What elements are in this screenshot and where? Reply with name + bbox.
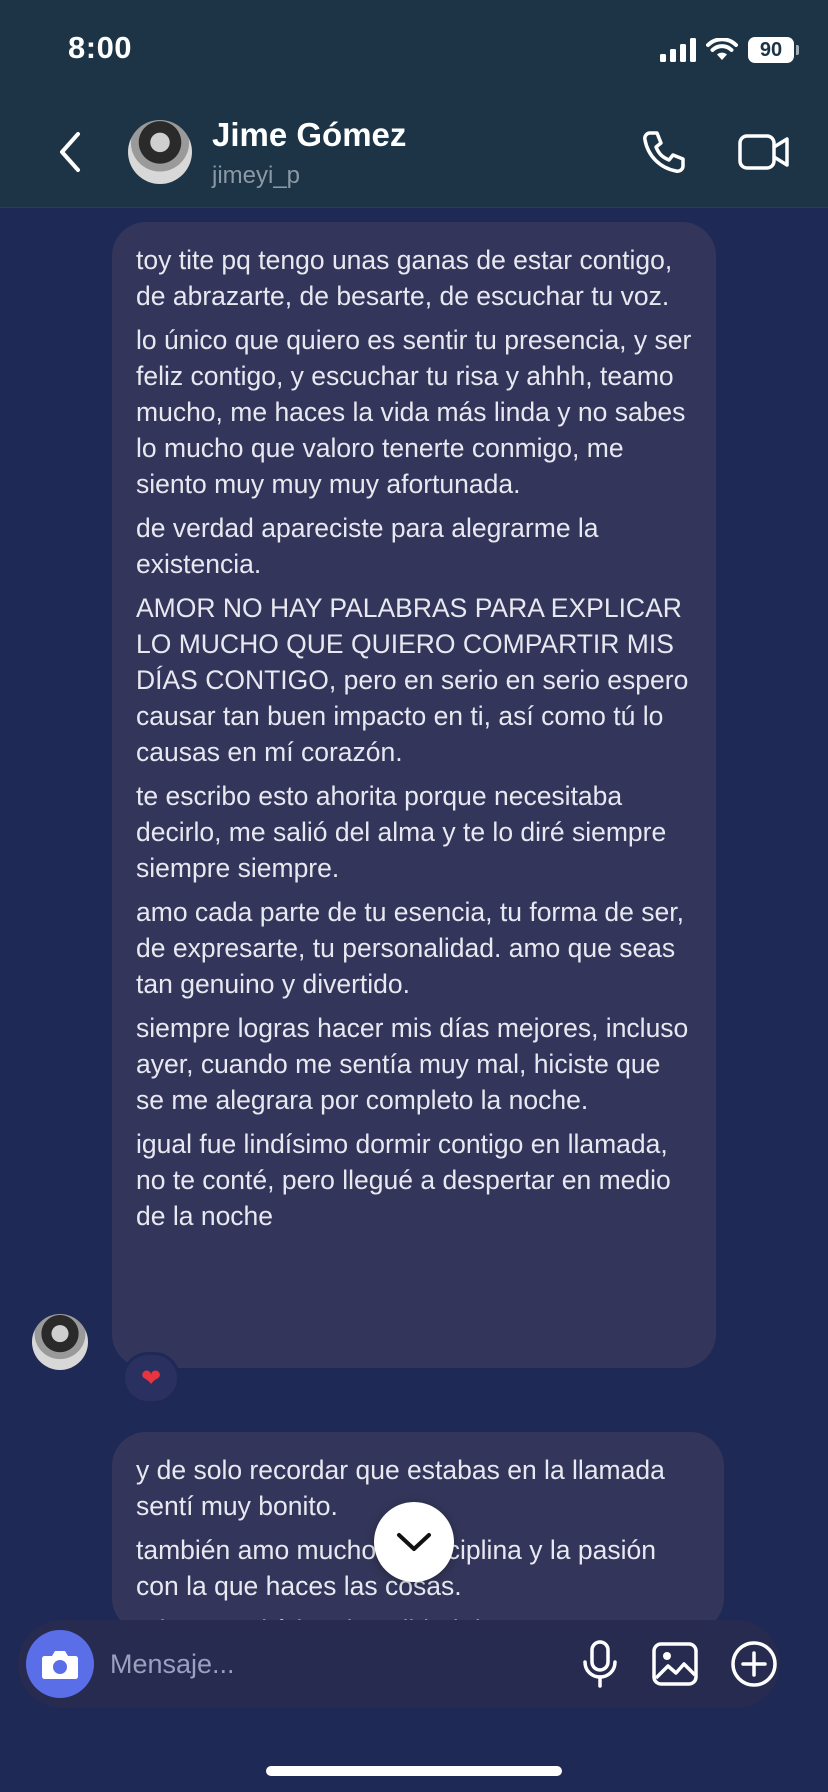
message-paragraph: te escribo esto ahorita porque necesitab…	[136, 781, 667, 883]
more-options-button[interactable]	[730, 1640, 778, 1688]
message-bubble[interactable]: toy tite pq tengo unas ganas de estar co…	[112, 222, 716, 1368]
battery-level: 90	[759, 38, 783, 61]
add-icon	[731, 1641, 777, 1687]
phone-icon	[643, 131, 685, 173]
message-composer	[18, 1620, 780, 1708]
back-button[interactable]	[50, 128, 90, 176]
image-icon	[652, 1642, 698, 1686]
message-paragraph: amo cada parte de tu esencia, tu forma d…	[136, 897, 684, 999]
signal-icon	[660, 38, 696, 62]
message-paragraph: AMOR NO HAY PALABRAS PARA EXPLICAR LO MU…	[136, 593, 689, 767]
heart-icon: ❤	[140, 1364, 162, 1392]
voice-call-button[interactable]	[640, 128, 688, 176]
message-input[interactable]	[110, 1640, 490, 1688]
message-paragraph: toy tite pq tengo unas ganas de estar co…	[136, 245, 673, 311]
back-icon	[60, 132, 80, 172]
heart-reaction[interactable]: ❤	[122, 1352, 180, 1404]
message-paragraph: igual fue lindísimo dormir contigo en ll…	[136, 1129, 671, 1231]
top-bar: 8:00 90 Jime Gómez jimeyi_p	[0, 0, 828, 208]
camera-button[interactable]	[26, 1630, 94, 1698]
camera-icon	[42, 1651, 78, 1679]
video-camera-icon	[738, 134, 789, 170]
video-call-button[interactable]	[738, 132, 790, 172]
wifi-icon	[706, 38, 738, 60]
home-indicator	[266, 1766, 562, 1776]
status-time: 8:00	[68, 30, 133, 65]
status-icons: 90	[660, 34, 799, 66]
gallery-button[interactable]	[652, 1642, 698, 1686]
contact-name[interactable]: Jime Gómez	[212, 116, 406, 154]
contact-username[interactable]: jimeyi_p	[212, 162, 300, 190]
microphone-icon	[583, 1640, 617, 1688]
message-paragraph: lo único que quiero es sentir tu presenc…	[136, 325, 692, 499]
chevron-down-icon	[397, 1533, 431, 1551]
contact-avatar[interactable]	[128, 120, 192, 184]
message-paragraph: siempre logras hacer mis días mejores, i…	[136, 1013, 689, 1115]
voice-message-button[interactable]	[580, 1640, 620, 1688]
battery-icon: 90	[748, 37, 799, 63]
scroll-to-bottom-button[interactable]	[374, 1502, 454, 1582]
message-paragraph: de verdad apareciste para alegrarme la e…	[136, 513, 599, 579]
sender-avatar[interactable]	[32, 1314, 88, 1370]
